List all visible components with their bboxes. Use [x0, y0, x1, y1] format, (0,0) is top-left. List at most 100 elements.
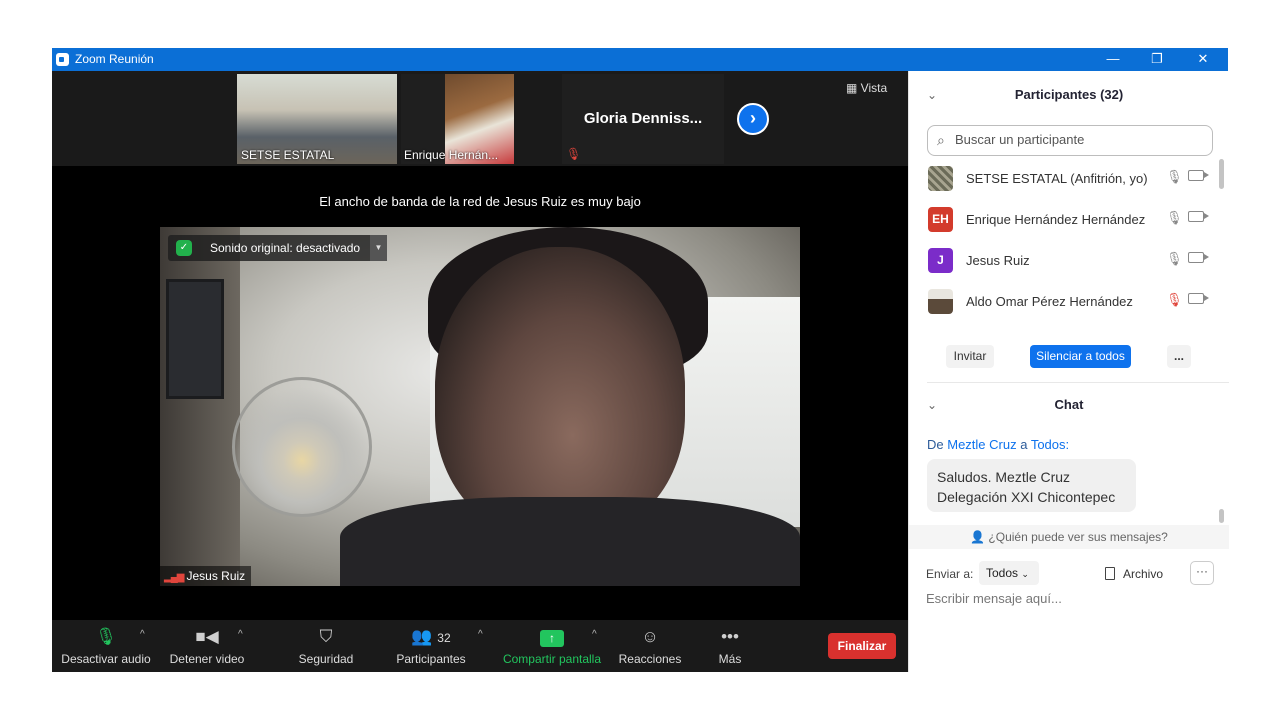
file-icon: [1105, 567, 1115, 580]
toolbar-label: Compartir pantalla: [502, 652, 602, 666]
mute-all-button[interactable]: Silenciar a todos: [1030, 345, 1131, 368]
chat-more-button[interactable]: ···: [1190, 561, 1214, 585]
audio-options-caret[interactable]: ^: [140, 620, 152, 672]
microphone-icon[interactable]: 🎙: [1166, 251, 1183, 267]
participant-name: Aldo Omar Pérez Hernández: [966, 294, 1133, 309]
reactions-icon: ☺: [641, 627, 659, 646]
more-button[interactable]: ••• Más: [700, 620, 760, 672]
thumbnail-strip: SETSE ESTATAL Enrique Hernán... Gloria D…: [52, 71, 908, 166]
thumbnail-gloria[interactable]: Gloria Denniss... 🎙: [562, 74, 724, 164]
bandwidth-warning: El ancho de banda de la red de Jesus Rui…: [319, 194, 641, 209]
chat-message-input[interactable]: Escribir mensaje aquí...: [926, 591, 1062, 606]
view-label: Vista: [860, 81, 888, 95]
participants-count: 32: [437, 631, 451, 645]
mic-muted-icon[interactable]: 🎙: [1166, 292, 1183, 308]
share-screen-button[interactable]: ↑ Compartir pantalla: [500, 620, 604, 672]
video-options-caret[interactable]: ^: [238, 620, 250, 672]
active-speaker-video: ✓ Sonido original: desactivado ▼ ▂▄▆ Jesu…: [160, 227, 800, 586]
participant-name: Jesus Ruiz: [966, 253, 1030, 268]
file-label: Archivo: [1123, 567, 1164, 581]
more-icon: •••: [721, 627, 739, 646]
next-page-button[interactable]: ›: [737, 103, 769, 135]
original-sound-badge[interactable]: ✓ Sonido original: desactivado ▼: [168, 235, 387, 261]
side-panel: ⌄ Participantes (32) ⌕ SETSE ESTATAL (An…: [908, 71, 1229, 672]
share-options-caret[interactable]: ^: [592, 620, 604, 672]
video-stage: SETSE ESTATAL Enrique Hernán... Gloria D…: [52, 71, 908, 620]
participant-row[interactable]: EH Enrique Hernández Hernández 🎙: [909, 200, 1229, 240]
reactions-button[interactable]: ☺ Reacciones: [614, 620, 686, 672]
message-line: Delegación XXI Chicontepec: [937, 489, 1116, 505]
participants-scrollbar[interactable]: [1219, 159, 1224, 189]
zoom-app-icon: [56, 53, 69, 66]
who-sees-label: ¿Quién puede ver sus mensajes?: [988, 530, 1168, 544]
send-to-value: Todos: [986, 566, 1019, 580]
avatar: [928, 289, 953, 314]
video-camera-icon[interactable]: [1188, 211, 1209, 222]
participants-icon: 👥 32: [411, 627, 451, 646]
divider: [927, 382, 1229, 383]
mic-muted-icon: 🎙: [566, 147, 582, 161]
chevron-up-icon: ^: [478, 629, 483, 640]
avatar: EH: [928, 207, 953, 232]
thumbnail-name: SETSE ESTATAL: [241, 148, 335, 162]
from-prefix: De: [927, 437, 948, 452]
restore-button[interactable]: ❐: [1134, 48, 1180, 71]
video-person: [435, 247, 685, 537]
participant-row[interactable]: Aldo Omar Pérez Hernández 🎙: [909, 282, 1229, 322]
close-button[interactable]: ✕: [1180, 48, 1226, 71]
file-button[interactable]: Archivo: [1105, 567, 1163, 581]
send-to-dropdown[interactable]: Todos ⌄: [979, 561, 1039, 585]
invite-button[interactable]: Invitar: [946, 345, 994, 368]
microphone-icon[interactable]: 🎙: [1166, 210, 1183, 226]
chevron-up-icon: ^: [140, 629, 145, 640]
participants-title: Participantes (32): [1014, 87, 1124, 102]
end-meeting-button[interactable]: Finalizar: [828, 633, 896, 659]
original-sound-label: Sonido original: desactivado: [210, 241, 361, 255]
chat-title: Chat: [1054, 397, 1084, 412]
thumbnail-name: Gloria Denniss...: [583, 110, 703, 127]
who-can-see-messages-link[interactable]: 👤 ¿Quién puede ver sus mensajes?: [909, 525, 1229, 549]
avatar: J: [928, 248, 953, 273]
minimize-button[interactable]: —: [1090, 48, 1136, 71]
window-title: Zoom Reunión: [75, 52, 154, 66]
view-button[interactable]: ▦ Vista: [846, 81, 887, 95]
toolbar-label: Más: [718, 652, 742, 666]
video-background: [166, 279, 224, 399]
chevron-up-icon: ^: [592, 629, 597, 640]
share-screen-icon: ↑: [500, 627, 604, 647]
video-person: [340, 497, 800, 586]
video-camera-icon[interactable]: [1188, 170, 1209, 181]
chat-scrollbar[interactable]: [1219, 509, 1224, 523]
recipient-name: Todos:: [1030, 437, 1070, 452]
security-button[interactable]: ⛉ Seguridad: [290, 620, 362, 672]
participants-more-button[interactable]: ...: [1167, 345, 1191, 368]
title-bar: Zoom Reunión — ❐ ✕: [52, 48, 1228, 71]
message-line: Saludos. Meztle Cruz: [937, 469, 1071, 485]
thumbnail-setse-estatal[interactable]: SETSE ESTATAL: [237, 74, 397, 164]
signal-bars-icon: ▂▄▆: [164, 572, 184, 583]
from-suffix: a: [1016, 437, 1031, 452]
participant-search[interactable]: ⌕: [927, 125, 1213, 156]
thumbnail-enrique[interactable]: Enrique Hernán...: [401, 74, 514, 164]
video-camera-icon[interactable]: [1188, 252, 1209, 263]
search-input[interactable]: [955, 132, 1205, 147]
participant-name: SETSE ESTATAL (Anfitrión, yo): [966, 171, 1148, 186]
person-icon: 👤: [970, 530, 989, 544]
security-shield-icon: ✓: [176, 240, 192, 256]
participant-row[interactable]: SETSE ESTATAL (Anfitrión, yo) 🎙: [909, 159, 1229, 199]
sender-name[interactable]: Meztle Cruz: [947, 437, 1016, 452]
participants-button[interactable]: 👥 32 Participantes: [392, 620, 470, 672]
avatar: [928, 166, 953, 191]
participant-row[interactable]: J Jesus Ruiz 🎙: [909, 241, 1229, 281]
send-to-label: Enviar a:: [926, 567, 974, 581]
meeting-toolbar: 🎙 Desactivar audio ^ ■◀ Detener video ^ …: [52, 620, 908, 672]
thumbnail-name: Enrique Hernán...: [404, 148, 499, 162]
microphone-icon[interactable]: 🎙: [1166, 169, 1183, 185]
participants-options-caret[interactable]: ^: [478, 620, 490, 672]
grid-icon: ▦: [846, 81, 861, 95]
video-camera-icon[interactable]: [1188, 293, 1209, 304]
speaker-name: Jesus Ruiz: [186, 569, 246, 583]
chevron-down-icon: ⌄: [1021, 569, 1029, 579]
chat-message-bubble: Saludos. Meztle Cruz Delegación XXI Chic…: [927, 459, 1136, 512]
chevron-down-icon[interactable]: ▼: [370, 235, 387, 261]
